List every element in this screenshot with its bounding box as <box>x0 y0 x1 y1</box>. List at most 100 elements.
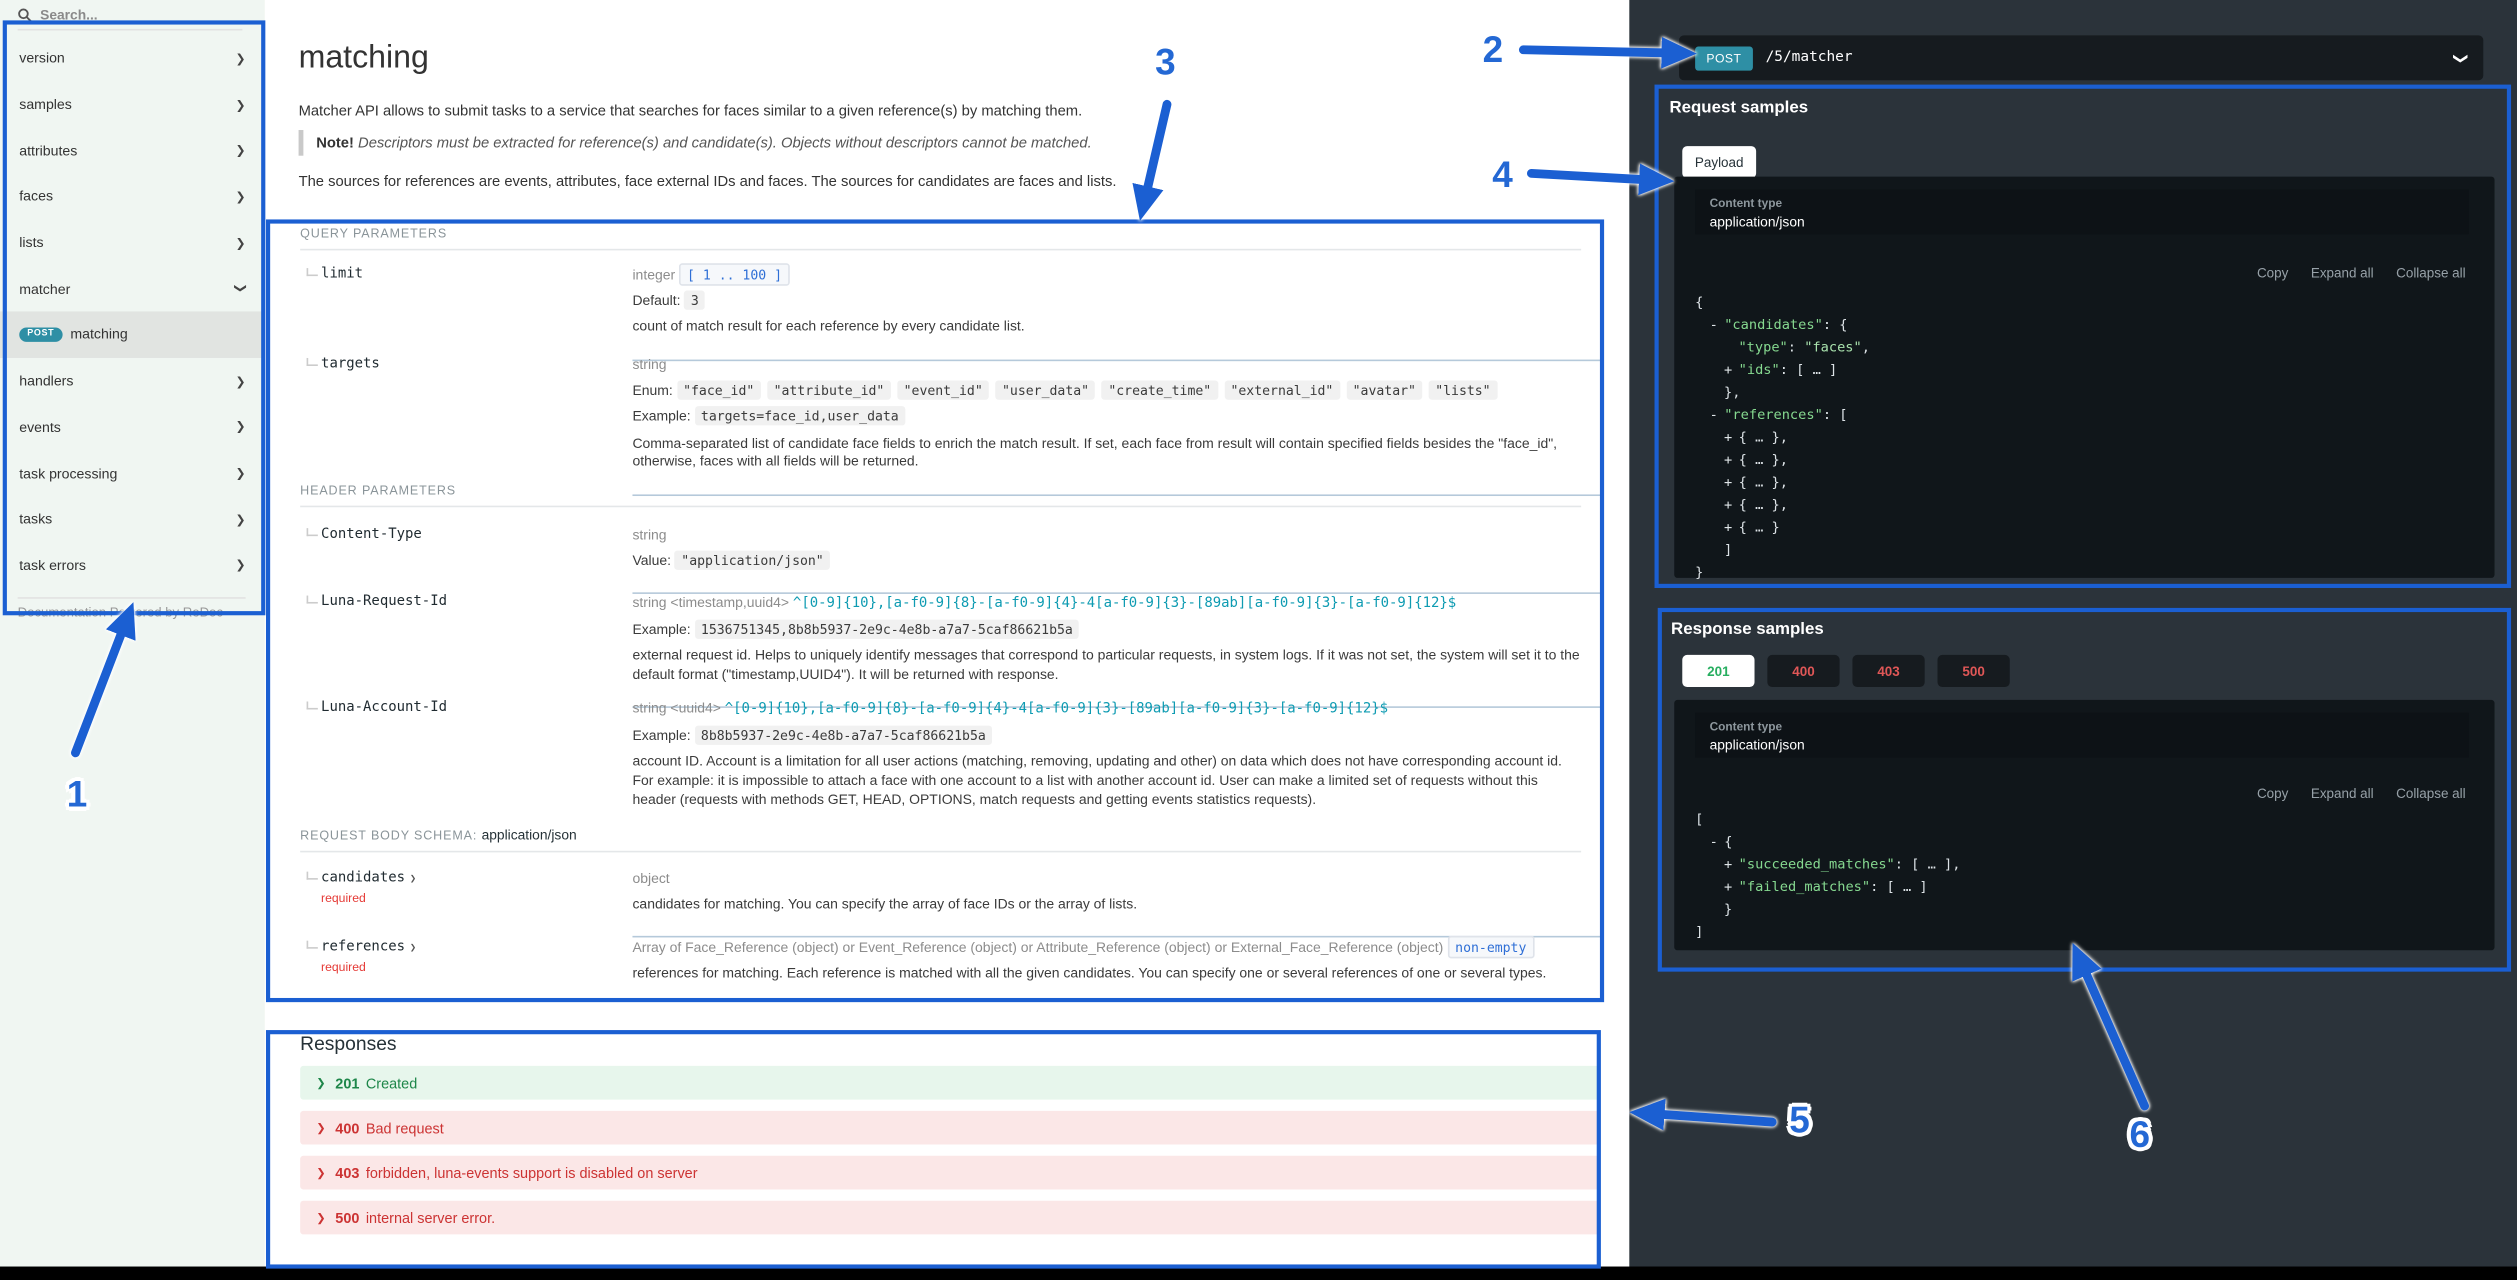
collapse-toggle-icon[interactable]: - <box>1710 408 1718 424</box>
header-parameters-label: HEADER PARAMETERS <box>300 483 1581 507</box>
required-flag: required <box>321 891 632 905</box>
value-label: Value: <box>632 553 671 569</box>
code-line: { <box>1695 292 1870 314</box>
response-row-403[interactable]: ❯403forbidden, luna-events support is di… <box>300 1156 1600 1190</box>
tree-tick-icon <box>307 596 318 604</box>
code-action[interactable]: Expand all <box>2311 785 2374 801</box>
sidebar-item-label: task processing <box>19 465 117 481</box>
param-type: string <box>632 527 1600 546</box>
expand-toggle-icon[interactable]: + <box>1724 857 1732 873</box>
code-line: +{ … }, <box>1695 472 1870 494</box>
response-sample-tab-500[interactable]: 500 <box>1938 655 2010 687</box>
sidebar-item-attributes[interactable]: attributes❯ <box>0 127 265 173</box>
param-description: account ID. Account is a limitation for … <box>632 754 1581 811</box>
sidebar-item-task-processing[interactable]: task processing❯ <box>0 450 265 496</box>
query-parameters-label: QUERY PARAMETERS <box>300 226 1581 250</box>
example-label: Example: <box>632 408 690 424</box>
default-label: Default: <box>632 293 680 309</box>
response-code: 403 <box>335 1165 359 1181</box>
response-sample-tab-403[interactable]: 403 <box>1852 655 1924 687</box>
expand-chevron-icon: ❯ <box>316 1211 325 1224</box>
code-action[interactable]: Copy <box>2257 785 2288 801</box>
enum-value-chip: "create_time" <box>1102 381 1218 400</box>
response-row-400[interactable]: ❯400Bad request <box>300 1111 1600 1145</box>
collapse-toggle-icon[interactable]: - <box>1710 835 1718 851</box>
chevron-right-icon: ❯ <box>235 558 245 572</box>
response-code: 400 <box>335 1120 359 1136</box>
enum-value-chip: "avatar" <box>1346 381 1422 400</box>
sidebar-item-matcher[interactable]: matcher❯ <box>0 266 265 312</box>
example-value-chip: 8b8b5937-2e9c-4e8b-a7a7-5caf86621b5a <box>694 726 992 745</box>
sidebar-item-version[interactable]: version❯ <box>0 35 265 81</box>
param-type: string <box>632 356 1600 375</box>
search-input[interactable] <box>40 6 217 22</box>
expand-chevron-icon[interactable]: ❯ <box>410 872 416 885</box>
sidebar-item-matching[interactable]: POSTmatching <box>0 312 265 358</box>
expand-toggle-icon[interactable]: + <box>1724 520 1732 536</box>
enum-value-chip: "external_id" <box>1224 381 1340 400</box>
chevron-right-icon: ❯ <box>235 97 245 111</box>
code-line: + { … }, <box>1695 494 1870 516</box>
code-action[interactable]: Collapse all <box>2396 265 2466 281</box>
json-punctuation: ] <box>1724 543 1732 559</box>
sidebar-item-faces[interactable]: faces❯ <box>0 173 265 219</box>
content-type-value: application/json <box>1710 213 2455 229</box>
collapse-toggle-icon[interactable]: - <box>1710 318 1718 334</box>
tree-tick-icon <box>307 358 318 366</box>
expand-toggle-icon[interactable]: + <box>1724 453 1732 469</box>
sidebar-item-label: matcher <box>19 281 70 297</box>
field-type: object <box>632 870 1600 889</box>
param-range-chip: [ 1 .. 100 ] <box>679 263 790 285</box>
expand-chevron-icon: ❯ <box>316 1076 325 1089</box>
response-row-500[interactable]: ❯500internal server error. <box>300 1201 1600 1235</box>
code-action[interactable]: Expand all <box>2311 265 2374 281</box>
response-text: Bad request <box>366 1120 444 1136</box>
tree-tick-icon <box>307 528 318 536</box>
code-line: "type": "faces", <box>1695 337 1870 359</box>
expand-toggle-icon[interactable]: + <box>1724 475 1732 491</box>
field-type: Array of Face_Reference (object) or Even… <box>632 939 1443 955</box>
redoc-footer-link[interactable]: Documentation Powered by ReDoc <box>18 597 246 619</box>
code-action[interactable]: Collapse all <box>2396 785 2466 801</box>
chevron-right-icon: ❯ <box>235 420 245 434</box>
json-punctuation: { … }, <box>1739 498 1788 514</box>
response-sample-tabs: 201 400 403 500 <box>1682 655 2009 687</box>
response-row-201[interactable]: ❯201Created <box>300 1066 1600 1100</box>
sidebar-item-lists[interactable]: lists❯ <box>0 220 265 266</box>
sidebar-item-tasks[interactable]: tasks❯ <box>0 496 265 542</box>
note-text: Descriptors must be extracted for refere… <box>358 135 1092 151</box>
expand-toggle-icon[interactable]: + <box>1724 430 1732 446</box>
json-punctuation: : [ <box>1823 408 1848 424</box>
code-line: ] <box>1695 921 1960 943</box>
enum-label: Enum: <box>632 382 672 398</box>
response-sample-tab-201[interactable]: 201 <box>1682 655 1754 687</box>
chevron-right-icon: ❯ <box>235 189 245 203</box>
tree-tick-icon <box>307 941 318 949</box>
sidebar-item-task-errors[interactable]: task errors❯ <box>0 542 265 588</box>
endpoint-bar[interactable]: POST /5/matcher ❯ <box>1679 35 2483 80</box>
bottom-black-bar <box>0 1267 2517 1280</box>
param-name: Luna-Request-Id <box>321 594 447 610</box>
request-sample-json: {-"candidates": {"type": "faces",+"ids":… <box>1695 292 1870 584</box>
code-line: +"ids": [ … ] <box>1695 360 1870 382</box>
response-sample-tab-400[interactable]: 400 <box>1767 655 1839 687</box>
field-description: candidates for matching. You can specify… <box>632 896 1581 915</box>
param-name: targets <box>321 356 380 372</box>
field-row-references: references❯ required Array of Face_Refer… <box>300 939 1600 1006</box>
param-type: string <timestamp,uuid4> <box>632 594 789 610</box>
expand-toggle-icon[interactable]: + <box>1724 363 1732 379</box>
expand-toggle-icon[interactable]: + <box>1724 498 1732 514</box>
code-action[interactable]: Copy <box>2257 265 2288 281</box>
sidebar-item-handlers[interactable]: handlers❯ <box>0 358 265 404</box>
sidebar-item-events[interactable]: events❯ <box>0 404 265 450</box>
expand-toggle-icon[interactable]: + <box>1724 880 1732 896</box>
param-type: integer <box>632 266 675 282</box>
sidebar-item-label: lists <box>19 235 43 251</box>
sidebar-item-samples[interactable]: samples❯ <box>0 81 265 127</box>
endpoint-path: /5/matcher <box>1766 50 1853 66</box>
samples-panel: POST /5/matcher ❯ Request samples Payloa… <box>1629 0 2517 1268</box>
chevron-down-icon[interactable]: ❯ <box>2452 52 2470 64</box>
tab-payload[interactable]: Payload <box>1682 146 1756 178</box>
expand-chevron-icon[interactable]: ❯ <box>410 941 416 954</box>
intro-text: Matcher API allows to submit tasks to a … <box>299 103 1423 119</box>
